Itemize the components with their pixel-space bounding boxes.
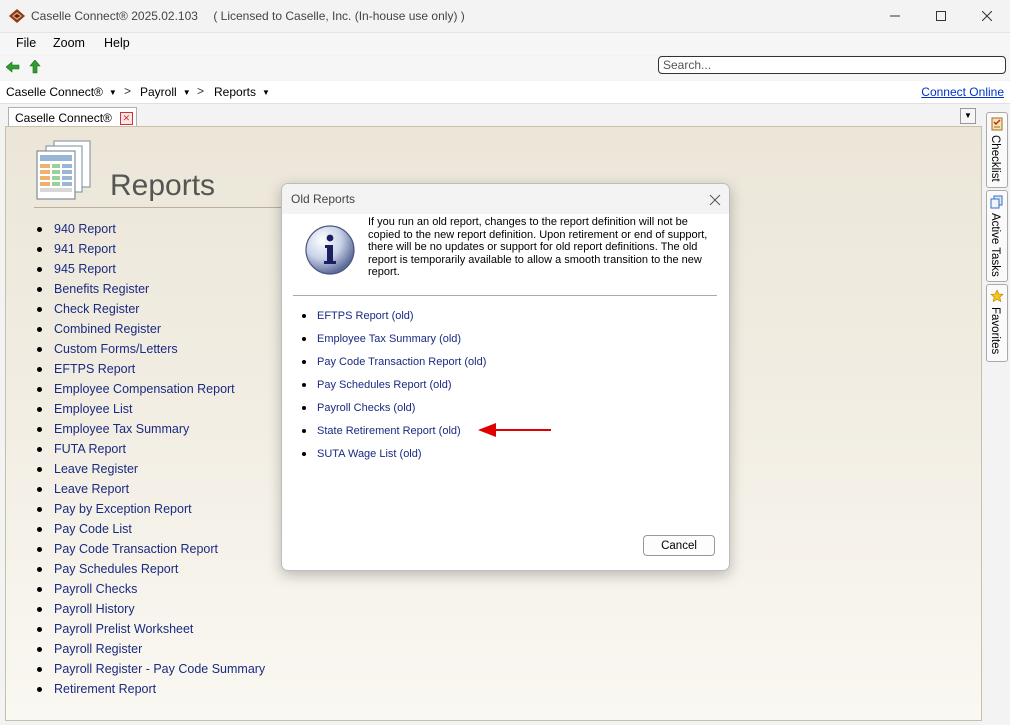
info-icon bbox=[305, 225, 355, 275]
report-link[interactable]: Employee Compensation Report bbox=[34, 379, 265, 399]
side-tab-label: Active Tasks bbox=[989, 213, 1001, 277]
report-link[interactable]: FUTA Report bbox=[34, 439, 265, 459]
report-link[interactable]: Pay by Exception Report bbox=[34, 499, 265, 519]
breadcrumb-label: Caselle Connect® bbox=[6, 85, 103, 99]
report-link[interactable]: Pay Code List bbox=[34, 519, 265, 539]
caret-down-icon: ▼ bbox=[262, 88, 270, 97]
up-arrow-icon[interactable] bbox=[28, 60, 42, 74]
old-reports-dialog: Old Reports If you run an old report, ch… bbox=[281, 183, 730, 571]
dialog-divider bbox=[293, 295, 717, 296]
tab-caselle-connect[interactable]: Caselle Connect® ✕ bbox=[8, 107, 137, 127]
minimize-button[interactable] bbox=[872, 0, 918, 32]
report-link[interactable]: 940 Report bbox=[34, 219, 265, 239]
side-tab-label: Favorites bbox=[989, 307, 1001, 355]
breadcrumb-separator: > bbox=[124, 84, 132, 98]
tab-close-icon[interactable]: ✕ bbox=[119, 112, 133, 125]
cancel-button[interactable]: Cancel bbox=[643, 535, 715, 556]
old-report-link[interactable]: Pay Code Transaction Report (old) bbox=[298, 355, 486, 378]
breadcrumb-caselle-connect[interactable]: Caselle Connect® ▼ bbox=[6, 85, 117, 99]
old-report-link[interactable]: Payroll Checks (old) bbox=[298, 401, 486, 424]
caret-down-icon: ▼ bbox=[108, 88, 117, 97]
red-arrow-icon bbox=[478, 423, 551, 437]
title-divider bbox=[34, 207, 284, 208]
side-panel: Checklist Active Tasks Favorites bbox=[984, 104, 1010, 725]
maximize-button[interactable] bbox=[918, 0, 964, 32]
dialog-close-button[interactable] bbox=[709, 188, 721, 211]
menu-file[interactable]: File bbox=[16, 36, 36, 50]
old-report-link[interactable]: Employee Tax Summary (old) bbox=[298, 332, 486, 355]
license-text: ( Licensed to Caselle, Inc. (In-house us… bbox=[213, 9, 465, 23]
caret-down-icon: ▼ bbox=[964, 111, 972, 120]
report-list: 940 Report 941 Report 945 Report Benefit… bbox=[34, 219, 265, 699]
minimize-icon bbox=[890, 15, 900, 17]
tab-bar: Caselle Connect® ✕ bbox=[0, 104, 984, 127]
page-title: Reports bbox=[110, 169, 216, 202]
side-tab-favorites[interactable]: Favorites bbox=[986, 284, 1008, 362]
side-tab-active-tasks[interactable]: Active Tasks bbox=[986, 190, 1008, 282]
report-link[interactable]: Pay Schedules Report bbox=[34, 559, 265, 579]
old-report-link[interactable]: Pay Schedules Report (old) bbox=[298, 378, 486, 401]
report-link[interactable]: 945 Report bbox=[34, 259, 265, 279]
old-report-link[interactable]: SUTA Wage List (old) bbox=[298, 447, 486, 470]
report-link[interactable]: Leave Report bbox=[34, 479, 265, 499]
active-tasks-icon bbox=[990, 195, 1003, 209]
dialog-title-bar: Old Reports bbox=[282, 184, 729, 214]
menu-help[interactable]: Help bbox=[104, 36, 130, 50]
report-link[interactable]: EFTPS Report bbox=[34, 359, 265, 379]
report-link[interactable]: Payroll Checks bbox=[34, 579, 265, 599]
reports-document-icon bbox=[36, 140, 91, 200]
report-link[interactable]: Employee Tax Summary bbox=[34, 419, 265, 439]
breadcrumb-label: Reports bbox=[214, 85, 257, 99]
report-link[interactable]: Payroll Prelist Worksheet bbox=[34, 619, 265, 639]
star-icon bbox=[990, 289, 1004, 303]
report-link[interactable]: Custom Forms/Letters bbox=[34, 339, 265, 359]
menu-bar: File Zoom Help bbox=[0, 33, 1010, 55]
old-report-link[interactable]: EFTPS Report (old) bbox=[298, 309, 486, 332]
search-input[interactable] bbox=[658, 56, 1006, 74]
report-link[interactable]: Retirement Report bbox=[34, 679, 265, 699]
report-link[interactable]: Employee List bbox=[34, 399, 265, 419]
breadcrumb-label: Payroll bbox=[140, 85, 177, 99]
report-link[interactable]: Check Register bbox=[34, 299, 265, 319]
report-link[interactable]: 941 Report bbox=[34, 239, 265, 259]
caselle-logo-icon bbox=[9, 9, 25, 23]
report-link[interactable]: Pay Code Transaction Report bbox=[34, 539, 265, 559]
report-link[interactable]: Payroll Register - Pay Code Summary bbox=[34, 659, 265, 679]
report-link[interactable]: Benefits Register bbox=[34, 279, 265, 299]
checklist-icon bbox=[991, 117, 1003, 131]
breadcrumb-reports[interactable]: Reports ▼ bbox=[214, 85, 270, 99]
caret-down-icon: ▼ bbox=[182, 88, 191, 97]
breadcrumb-payroll[interactable]: Payroll ▼ bbox=[140, 85, 191, 99]
maximize-icon bbox=[936, 11, 946, 21]
back-arrow-icon[interactable] bbox=[6, 60, 20, 74]
window-title: Caselle Connect® 2025.02.103 ( Licensed … bbox=[31, 9, 465, 23]
report-link[interactable]: Leave Register bbox=[34, 459, 265, 479]
tab-list-dropdown[interactable]: ▼ bbox=[960, 108, 976, 124]
report-link[interactable]: Payroll History bbox=[34, 599, 265, 619]
close-icon bbox=[982, 11, 992, 21]
old-report-list: EFTPS Report (old) Employee Tax Summary … bbox=[298, 309, 486, 470]
dialog-title: Old Reports bbox=[291, 192, 356, 206]
breadcrumb-separator: > bbox=[197, 84, 205, 98]
menu-zoom[interactable]: Zoom bbox=[53, 36, 85, 50]
dialog-message: If you run an old report, changes to the… bbox=[368, 216, 708, 278]
close-window-button[interactable] bbox=[964, 0, 1010, 32]
side-tab-label: Checklist bbox=[989, 135, 1001, 182]
report-link[interactable]: Combined Register bbox=[34, 319, 265, 339]
side-tab-checklist[interactable]: Checklist bbox=[986, 112, 1008, 188]
app-name: Caselle Connect® 2025.02.103 bbox=[31, 9, 198, 23]
old-report-link[interactable]: State Retirement Report (old) bbox=[298, 424, 486, 447]
connect-online-link[interactable]: Connect Online bbox=[921, 85, 1004, 99]
breadcrumb: Caselle Connect® ▼ > Payroll ▼ > Reports ▼ … bbox=[0, 81, 1010, 104]
report-link[interactable]: Payroll Register bbox=[34, 639, 265, 659]
close-icon bbox=[709, 194, 721, 206]
tab-label: Caselle Connect® bbox=[15, 111, 112, 125]
title-bar: Caselle Connect® 2025.02.103 ( Licensed … bbox=[0, 0, 1010, 33]
